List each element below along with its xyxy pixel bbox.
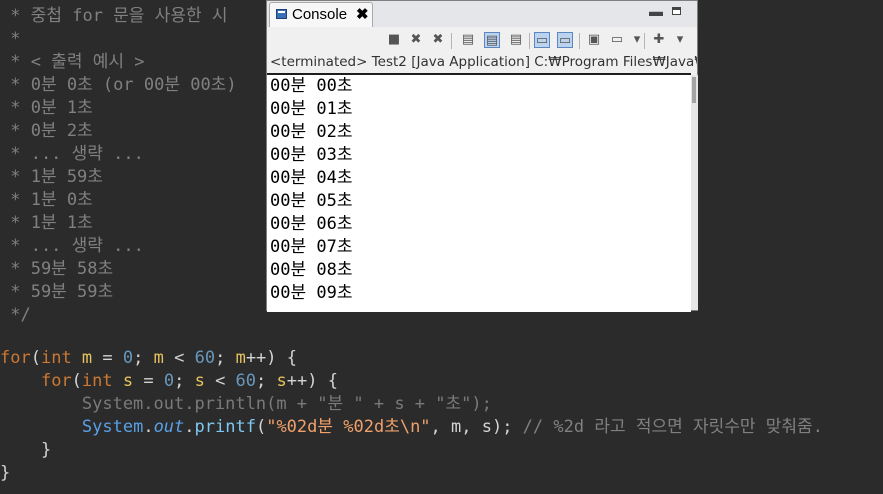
remove-all-terminated-icon[interactable]: ✖ (430, 32, 446, 48)
close-icon[interactable]: ✖ (356, 6, 369, 24)
output-line: 00분 06초 (270, 214, 353, 234)
output-line: 00분 08초 (270, 260, 353, 280)
comment-line: */ (0, 305, 31, 325)
maximize-icon[interactable] (672, 7, 681, 15)
inner-for-line: for(int s = 0; s < 60; s++) { (40, 371, 338, 391)
show-on-stderr-icon[interactable]: ▭ (557, 32, 573, 48)
vertical-scrollbar[interactable] (691, 75, 698, 310)
comment-line: * 59분 58초 (0, 259, 114, 279)
toolbar-separator (451, 33, 452, 49)
comment-line: * 중첩 for 문을 사용한 시 (0, 6, 228, 26)
output-line: 00분 02초 (270, 122, 353, 142)
system-class: System (81, 417, 144, 437)
output-line: 00분 03초 (270, 145, 353, 165)
out-field: out (153, 417, 185, 437)
comment-line: * 59분 59초 (0, 282, 114, 302)
comment-line: * 0분 0초 (or 00분 00초) (0, 75, 237, 95)
printf-method: printf (194, 417, 256, 437)
format-string: "%02d분 %02d초\n" (266, 417, 431, 437)
remove-launch-icon[interactable]: ✖ (408, 32, 424, 48)
printf-line: System.out.printf("%02d분 %02d초\n", m, s)… (81, 417, 823, 437)
output-line: 00분 05초 (270, 191, 353, 211)
comment-line: * ... 생략 ... (0, 144, 144, 164)
pin-console-icon[interactable]: ▣ (586, 32, 602, 48)
word-wrap-icon[interactable]: ▤ (508, 32, 524, 48)
open-console-dropdown-icon[interactable]: ▾ (672, 32, 688, 48)
output-line: 00분 04초 (270, 168, 353, 188)
int-keyword: int (40, 348, 72, 368)
console-icon (276, 9, 287, 19)
display-console-dropdown-icon[interactable]: ▾ (629, 32, 645, 48)
output-line: 00분 00초 (270, 76, 353, 96)
for-keyword: for (0, 348, 31, 368)
toolbar-separator (644, 33, 645, 49)
console-tab-bar: Console ✖ ▬ (267, 1, 697, 27)
clear-console-icon[interactable]: ▤ (460, 32, 476, 48)
console-view: Console ✖ ▬ ■ ✖ ✖ ▤ ▤ ▤ ▭ ▭ ▣ ▭ ▾ ✚ ▾ <t… (266, 0, 698, 312)
inner-close-brace: } (0, 440, 52, 460)
comment-line: * ... 생략 ... (0, 236, 144, 256)
comment-line: * 0분 1초 (0, 98, 93, 118)
println-line: System.out.println(m + "분 " + s + "초"); (0, 394, 492, 414)
inline-comment: // %2d 라고 적으면 자릿수만 맞춰줌. (512, 417, 823, 437)
comment-line: * (0, 29, 21, 49)
outer-close-brace: } (0, 463, 11, 483)
toolbar-separator (529, 33, 530, 49)
comment-line: * < 출력 예시 > (0, 52, 145, 72)
display-console-icon[interactable]: ▭ (609, 32, 625, 48)
show-on-stdout-icon[interactable]: ▭ (534, 32, 550, 48)
scroll-lock-icon[interactable]: ▤ (484, 32, 500, 48)
comment-line: * 1분 1초 (0, 213, 93, 233)
terminate-icon[interactable]: ■ (386, 32, 402, 48)
output-line: 00분 01초 (270, 99, 353, 119)
tab-console[interactable]: Console ✖ (269, 2, 373, 27)
open-console-icon[interactable]: ✚ (651, 32, 667, 48)
comment-line: * 1분 0초 (0, 190, 93, 210)
for-keyword: for (40, 371, 72, 391)
minimize-icon[interactable]: ▬ (649, 2, 663, 20)
console-toolbar: ■ ✖ ✖ ▤ ▤ ▤ ▭ ▭ ▣ ▭ ▾ ✚ ▾ (267, 27, 697, 55)
toolbar-separator (579, 33, 580, 49)
comment-line: * 1분 59초 (0, 167, 103, 187)
comment-line: * 0분 2초 (0, 121, 93, 141)
outer-for-line: for(int m = 0; m < 60; m++) { (0, 348, 297, 368)
output-line: 00분 07초 (270, 237, 353, 257)
tab-console-label: Console (292, 6, 348, 23)
int-keyword: int (81, 371, 113, 391)
scrollbar-thumb[interactable] (692, 77, 696, 103)
console-status: <terminated> Test2 [Java Application] C:… (270, 54, 697, 70)
console-output[interactable]: 00분 00초 00분 01초 00분 02초 00분 03초 00분 04초 … (267, 73, 691, 312)
output-line: 00분 09초 (270, 283, 353, 303)
